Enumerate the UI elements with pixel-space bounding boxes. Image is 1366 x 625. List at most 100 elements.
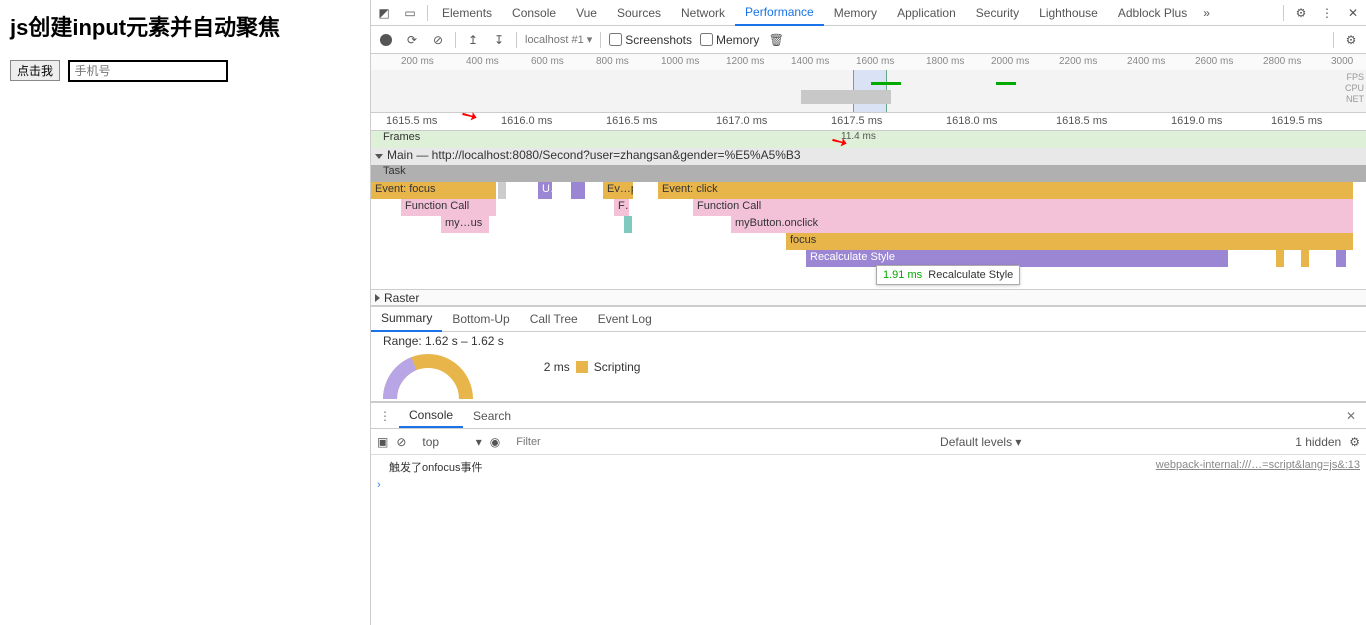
tab-summary[interactable]: Summary — [371, 306, 442, 332]
bar[interactable] — [571, 182, 585, 199]
tab-bottomup[interactable]: Bottom-Up — [442, 307, 519, 331]
flame-row: Recalculate Style — [371, 250, 1366, 267]
tab-elements[interactable]: Elements — [432, 1, 502, 25]
tab-network[interactable]: Network — [671, 1, 735, 25]
separator — [1333, 32, 1334, 48]
screenshots-checkbox[interactable]: Screenshots — [609, 33, 692, 47]
function-call-bar[interactable]: Function Call — [693, 199, 1353, 216]
legend-scripting: 2 ms Scripting — [544, 360, 641, 374]
tab-performance[interactable]: Performance — [735, 0, 824, 26]
bar[interactable] — [624, 216, 632, 233]
separator — [455, 32, 456, 48]
overview-ruler: 200 ms 400 ms 600 ms 800 ms 1000 ms 1200… — [371, 54, 1366, 70]
frames-lane[interactable]: Frames 11.4 ms — [371, 131, 1366, 148]
devtools-tabbar: ◩ ▭ Elements Console Vue Sources Network… — [371, 0, 1366, 26]
levels-select[interactable]: Default levels ▾ — [940, 435, 1021, 449]
bar[interactable] — [1336, 250, 1346, 267]
mous-bar[interactable]: my…us — [441, 216, 489, 233]
tab-sources[interactable]: Sources — [607, 1, 671, 25]
hidden-count[interactable]: 1 hidden — [1295, 435, 1341, 449]
overview-pane[interactable]: 200 ms 400 ms 600 ms 800 ms 1000 ms 1200… — [371, 54, 1366, 113]
chevron-down-icon[interactable] — [375, 154, 383, 159]
trigger-button[interactable]: 点击我 — [10, 60, 60, 81]
sidebar-toggle-icon[interactable]: ▣ — [377, 435, 388, 449]
tab-security[interactable]: Security — [966, 1, 1029, 25]
tab-vue[interactable]: Vue — [566, 1, 607, 25]
flame-row: Event: focus U… Ev…p Event: click — [371, 182, 1366, 199]
log-message: 触发了onfocus事件 — [377, 459, 483, 475]
gear-icon[interactable]: ⚙ — [1288, 6, 1314, 20]
clear-button[interactable]: ⊘ — [429, 31, 447, 49]
event-focus-bar[interactable]: Event: focus — [371, 182, 496, 199]
overview-labels: FPSCPUNET — [1345, 72, 1364, 105]
separator — [1283, 5, 1284, 21]
tab-application[interactable]: Application — [887, 1, 966, 25]
chevron-right-icon[interactable] — [375, 294, 380, 302]
onclick-bar[interactable]: myButton.onclick — [731, 216, 1353, 233]
separator — [516, 32, 517, 48]
donut-chart — [383, 354, 473, 399]
load-icon[interactable]: ↥ — [464, 31, 482, 49]
drawer-close-icon[interactable]: ✕ — [1336, 409, 1366, 423]
drawer-tab-search[interactable]: Search — [463, 405, 521, 427]
console-log-line: 触发了onfocus事件 webpack-internal:///…=scrip… — [377, 457, 1360, 477]
page-title: js创建input元素并自动聚焦 — [10, 10, 360, 42]
bar[interactable] — [498, 182, 506, 199]
gc-icon[interactable]: 🗑 — [767, 31, 785, 49]
kebab-icon[interactable]: ⋮ — [1314, 6, 1340, 20]
tab-console[interactable]: Console — [502, 1, 566, 25]
tab-lighthouse[interactable]: Lighthouse — [1029, 1, 1108, 25]
tooltip: 1.91 ms Recalculate Style — [876, 265, 1020, 285]
drawer-menu-icon[interactable]: ⋮ — [371, 409, 399, 423]
task-row[interactable]: Task — [371, 165, 1366, 182]
separator — [427, 5, 428, 21]
f-bar[interactable]: F… — [614, 199, 629, 216]
drawer-tab-console[interactable]: Console — [399, 404, 463, 428]
record-button[interactable] — [377, 31, 395, 49]
raster-lane[interactable]: Raster — [371, 289, 1366, 306]
tab-memory[interactable]: Memory — [824, 1, 887, 25]
tab-calltree[interactable]: Call Tree — [520, 307, 588, 331]
console-filter[interactable] — [516, 436, 666, 448]
drawer-tabs: ⋮ Console Search ✕ — [371, 403, 1366, 429]
flame-row: my…us myButton.onclick — [371, 216, 1366, 233]
devtools-panel: ◩ ▭ Elements Console Vue Sources Network… — [370, 0, 1366, 625]
tab-eventlog[interactable]: Event Log — [588, 307, 662, 331]
detail-tabs: Summary Bottom-Up Call Tree Event Log — [371, 306, 1366, 332]
console-body: 触发了onfocus事件 webpack-internal:///…=scrip… — [371, 455, 1366, 495]
log-source-link[interactable]: webpack-internal:///…=script&lang=js&:13 — [1156, 459, 1360, 475]
bar[interactable] — [1301, 250, 1309, 267]
clear-console-icon[interactable]: ⊘ — [396, 435, 406, 449]
tabs-overflow-icon[interactable]: » — [1197, 6, 1216, 20]
close-icon[interactable]: ✕ — [1340, 6, 1366, 20]
detail-ruler: 1615.5 ms 1616.0 ms 1616.5 ms 1617.0 ms … — [371, 113, 1366, 131]
focus-bar[interactable]: focus — [786, 233, 1353, 250]
target-select[interactable]: localhost #1 ▾ — [525, 33, 592, 46]
console-prompt[interactable]: › — [377, 477, 1360, 493]
console-toolbar: ▣ ⊘ top ▾ ◉ Default levels ▾ 1 hidden ⚙ — [371, 429, 1366, 455]
inspect-icon[interactable]: ◩ — [371, 6, 397, 20]
evp-bar[interactable]: Ev…p — [603, 182, 633, 199]
perf-toolbar: ⟳ ⊘ ↥ ↧ localhost #1 ▾ Screenshots Memor… — [371, 26, 1366, 54]
bar[interactable] — [1276, 250, 1284, 267]
context-select[interactable]: top ▾ — [422, 435, 481, 449]
flame-chart[interactable]: Frames 11.4 ms Main — http://localhost:8… — [371, 131, 1366, 306]
flame-row — [371, 267, 1366, 289]
main-lane[interactable]: Main — http://localhost:8080/Second?user… — [371, 148, 1366, 165]
reload-record-button[interactable]: ⟳ — [403, 31, 421, 49]
tab-adblock[interactable]: Adblock Plus — [1108, 1, 1197, 25]
console-gear-icon[interactable]: ⚙ — [1349, 435, 1360, 449]
function-call-bar[interactable]: Function Call — [401, 199, 496, 216]
perf-gear-icon[interactable]: ⚙ — [1342, 31, 1360, 49]
minimap[interactable]: FPSCPUNET — [371, 70, 1366, 112]
phone-input[interactable] — [68, 60, 228, 82]
memory-checkbox[interactable]: Memory — [700, 33, 759, 47]
flame-row: focus — [371, 233, 1366, 250]
save-icon[interactable]: ↧ — [490, 31, 508, 49]
range-text: Range: 1.62 s – 1.62 s — [383, 334, 504, 348]
eye-icon[interactable]: ◉ — [490, 435, 500, 449]
legend-swatch — [576, 361, 588, 373]
u-bar[interactable]: U… — [538, 182, 552, 199]
device-icon[interactable]: ▭ — [397, 6, 423, 20]
event-click-bar[interactable]: Event: click — [658, 182, 1353, 199]
